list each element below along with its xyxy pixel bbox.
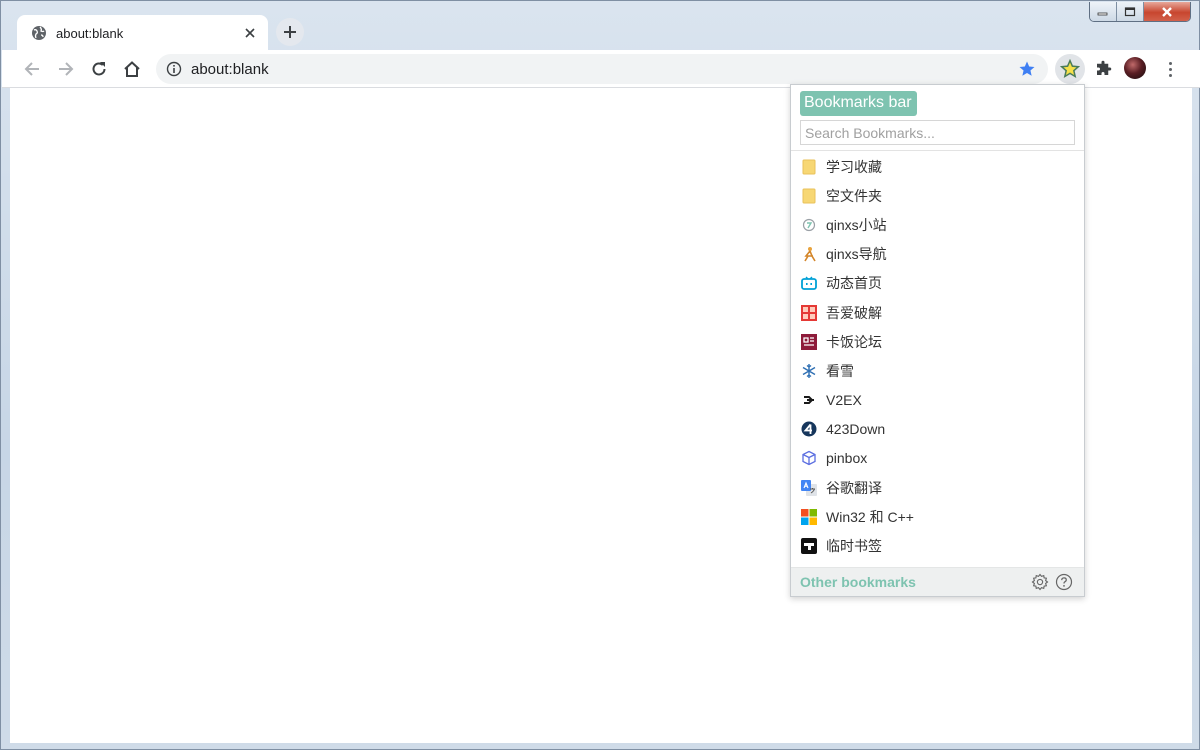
new-tab-button[interactable]	[276, 18, 304, 46]
forward-button[interactable]	[53, 56, 79, 82]
star-icon[interactable]	[1018, 60, 1036, 78]
maximize-icon	[1124, 6, 1136, 16]
bookmark-item[interactable]: qinxs导航	[791, 240, 1084, 269]
google-translate-icon	[801, 479, 817, 496]
bookmark-label: 空文件夹	[826, 187, 882, 204]
more-vert-icon[interactable]	[1161, 57, 1179, 81]
423down-icon	[801, 421, 817, 437]
bookmark-item[interactable]: 卡饭论坛	[791, 327, 1084, 356]
tab-close-button[interactable]	[242, 25, 258, 41]
bookmark-label: qinxs小站	[826, 216, 887, 233]
qinxs-nav-icon	[801, 246, 817, 262]
temp-bookmark-icon	[801, 538, 817, 555]
window-controls	[1089, 2, 1191, 22]
profile-avatar[interactable]	[1124, 57, 1146, 79]
star-extension-icon	[1060, 59, 1080, 79]
bookmark-item[interactable]: 吾爱破解	[791, 298, 1084, 327]
folder-icon	[801, 159, 817, 175]
help-icon[interactable]	[1055, 573, 1073, 591]
bookmark-search-input[interactable]	[800, 120, 1075, 145]
globe-icon	[32, 26, 46, 40]
plus-icon	[284, 26, 296, 38]
tab-title: about:blank	[56, 25, 124, 41]
bookmark-label: 吾爱破解	[826, 304, 882, 321]
bookmark-label: 动态首页	[826, 275, 882, 292]
back-arrow-icon	[24, 62, 39, 76]
bookmark-label: Win32 和 C++	[826, 508, 914, 525]
bilibili-icon	[801, 275, 817, 291]
bookmark-folder-item[interactable]: 学习收藏	[791, 152, 1084, 181]
home-button[interactable]	[119, 56, 145, 82]
kafan-icon	[801, 333, 817, 350]
bookmark-label: 谷歌翻译	[826, 479, 882, 496]
bookmarks-popup: Bookmarks bar 学习收藏 空文件夹 qinxs小站 qinxs导航	[790, 84, 1085, 597]
gear-icon[interactable]	[1031, 573, 1049, 591]
bookmark-item[interactable]: 临时书签	[791, 531, 1084, 560]
forward-arrow-icon	[59, 62, 74, 76]
close-window-button[interactable]	[1144, 2, 1190, 21]
bookmarks-extension-button[interactable]	[1055, 54, 1085, 84]
bookmark-label: pinbox	[826, 450, 868, 467]
popup-footer: Other bookmarks	[791, 567, 1084, 596]
reload-icon	[92, 62, 106, 76]
address-text: about:blank	[191, 61, 269, 78]
bookmark-item[interactable]: V2EX	[791, 386, 1084, 415]
bookmark-label: 卡饭论坛	[826, 333, 882, 350]
bookmark-label: 学习收藏	[826, 158, 882, 175]
close-icon	[1162, 6, 1172, 17]
bookmarks-bar-label[interactable]: Bookmarks bar	[800, 91, 917, 116]
other-bookmarks-link[interactable]: Other bookmarks	[800, 574, 916, 590]
bookmark-label: 临时书签	[826, 538, 882, 555]
info-icon[interactable]	[166, 61, 182, 77]
bookmark-label: qinxs导航	[826, 246, 887, 263]
browser-window: about:blank about:blank Bookmarks bar Se…	[0, 0, 1200, 750]
bookmark-item[interactable]: Win32 和 C++	[791, 502, 1084, 531]
bookmark-label: 看雪	[826, 362, 854, 379]
maximize-button[interactable]	[1117, 2, 1144, 21]
back-button[interactable]	[19, 56, 45, 82]
extensions-button[interactable]	[1088, 54, 1118, 84]
bookmark-label: V2EX	[826, 392, 862, 409]
puzzle-icon	[1097, 60, 1112, 75]
bookmark-list: 学习收藏 空文件夹 qinxs小站 qinxs导航 动态首页 吾爱破解 卡饭论坛…	[791, 152, 1084, 561]
bookmark-item[interactable]: 看雪	[791, 356, 1084, 385]
browser-toolbar: about:blank	[2, 50, 1200, 88]
microsoft-icon	[801, 508, 817, 525]
minimize-button[interactable]	[1090, 2, 1117, 21]
home-icon	[124, 61, 140, 77]
close-icon	[245, 28, 255, 38]
snowflake-icon	[801, 363, 817, 379]
v2ex-icon	[801, 392, 817, 408]
bookmark-item[interactable]: 423Down	[791, 415, 1084, 444]
reload-button[interactable]	[86, 56, 112, 82]
bookmark-item[interactable]: qinxs小站	[791, 210, 1084, 239]
bookmark-item[interactable]: 动态首页	[791, 269, 1084, 298]
minimize-icon	[1097, 12, 1108, 15]
bookmark-folder-item[interactable]: 空文件夹	[791, 181, 1084, 210]
address-bar[interactable]: about:blank	[156, 54, 1048, 84]
52pojie-icon	[801, 304, 817, 321]
bookmark-item[interactable]: 谷歌翻译	[791, 473, 1084, 502]
folder-icon	[801, 188, 817, 204]
pinbox-icon	[801, 450, 817, 466]
qinxs-site-icon	[801, 217, 817, 233]
divider	[791, 150, 1084, 151]
bookmark-item[interactable]: pinbox	[791, 444, 1084, 473]
bookmark-label: 423Down	[826, 421, 886, 438]
tab-about-blank[interactable]: about:blank	[17, 15, 268, 51]
